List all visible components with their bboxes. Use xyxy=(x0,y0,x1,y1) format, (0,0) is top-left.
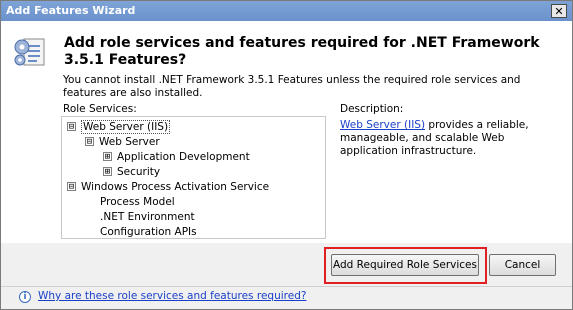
collapse-icon[interactable]: ⊟ xyxy=(67,121,76,131)
add-features-wizard-window: Add Features Wizard ✕ Add role services … xyxy=(0,0,573,310)
role-services-tree[interactable]: ⊟ Web Server (IIS) ⊟ Web Server ⊞ Applicati… xyxy=(61,116,326,239)
cancel-button[interactable]: Cancel xyxy=(489,254,556,276)
tree-item-label: Process Model xyxy=(100,196,175,208)
role-services-label: Role Services: xyxy=(63,103,137,115)
window-title: Add Features Wizard xyxy=(6,4,136,17)
wizard-features-icon xyxy=(14,38,45,66)
tree-item-process-model[interactable]: Process Model xyxy=(100,195,175,209)
web-server-iis-link[interactable]: Web Server (IIS) xyxy=(340,119,425,131)
tree-item-web-server-iis[interactable]: ⊟ Web Server (IIS) xyxy=(67,120,171,134)
tree-item-net-environment[interactable]: .NET Environment xyxy=(100,210,195,224)
title-bar[interactable]: Add Features Wizard ✕ xyxy=(1,1,572,21)
close-button[interactable]: ✕ xyxy=(551,4,567,18)
tree-item-label: Windows Process Activation Service xyxy=(81,181,270,193)
dialog-heading: Add role services and features required … xyxy=(64,35,540,68)
description-text: Web Server (IIS) provides a reliable, ma… xyxy=(340,119,555,158)
info-icon: i xyxy=(19,291,31,303)
dialog-content: Add role services and features required … xyxy=(1,21,572,243)
dialog-message: You cannot install .NET Framework 3.5.1 … xyxy=(63,74,521,99)
tree-item-security[interactable]: ⊞ Security xyxy=(103,165,160,179)
tree-item-label: Security xyxy=(117,166,161,178)
tree-item-label: Application Development xyxy=(117,151,250,163)
tree-item-windows-process-activation[interactable]: ⊟ Windows Process Activation Service xyxy=(67,180,269,194)
collapse-icon[interactable]: ⊟ xyxy=(85,136,94,146)
tree-item-application-development[interactable]: ⊞ Application Development xyxy=(103,150,250,164)
tree-item-label: Web Server (IIS) xyxy=(81,120,171,134)
why-required-link[interactable]: Why are these role services and features… xyxy=(38,290,306,302)
tree-item-configuration-apis[interactable]: Configuration APIs xyxy=(100,225,197,239)
expand-icon[interactable]: ⊞ xyxy=(103,166,112,176)
collapse-icon[interactable]: ⊟ xyxy=(67,181,76,191)
expand-icon[interactable]: ⊞ xyxy=(103,151,112,161)
description-label: Description: xyxy=(340,103,404,115)
tree-item-label: Configuration APIs xyxy=(100,226,197,238)
footer: i Why are these role services and featur… xyxy=(1,287,572,309)
highlight-box xyxy=(324,247,487,284)
tree-item-web-server[interactable]: ⊟ Web Server xyxy=(85,135,160,149)
tree-item-label: .NET Environment xyxy=(100,211,195,223)
tree-item-label: Web Server xyxy=(99,136,160,148)
